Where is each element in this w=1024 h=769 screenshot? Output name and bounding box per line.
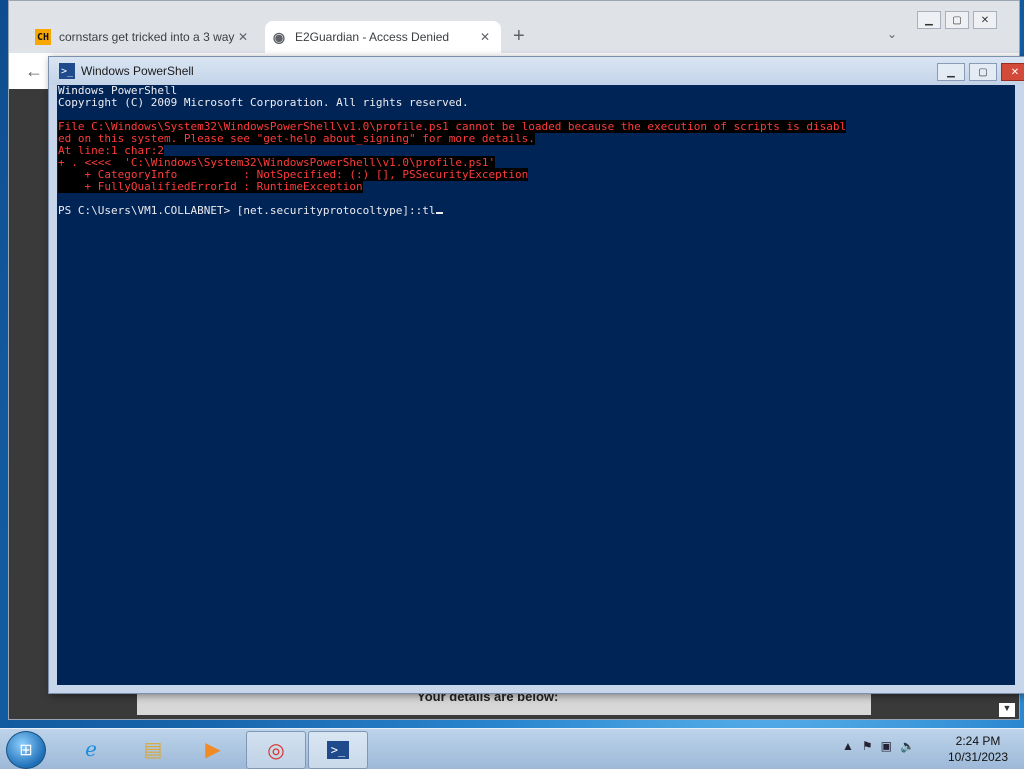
network-icon[interactable]: ▣: [881, 739, 892, 753]
line-text: + FullyQualifiedErrorId : RuntimeExcepti…: [58, 180, 363, 193]
scroll-down-icon[interactable]: ▼: [999, 703, 1015, 717]
tab-cornstars[interactable]: CH cornstars get tricked into a 3 way ✕: [29, 21, 259, 53]
line-text: Copyright (C) 2009 Microsoft Corporation…: [58, 96, 469, 109]
error-line: ed on this system. Please see "get-help …: [58, 132, 1014, 145]
system-tray: ▲ ⚑ ▣ 🔈: [842, 739, 915, 753]
powershell-window-controls: ▁ ▢ ✕: [937, 63, 1024, 81]
maximize-button[interactable]: ▢: [969, 63, 997, 81]
close-button[interactable]: ✕: [973, 11, 997, 29]
show-hidden-icons-icon[interactable]: ▲: [842, 739, 854, 753]
tab-strip: CH cornstars get tricked into a 3 way ✕ …: [9, 1, 1019, 53]
close-icon[interactable]: ✕: [235, 30, 251, 44]
new-tab-button[interactable]: +: [513, 25, 525, 48]
close-icon[interactable]: ✕: [477, 30, 493, 44]
console-output[interactable]: Windows PowerShell Copyright (C) 2009 Mic…: [57, 85, 1015, 685]
text-cursor: [435, 212, 443, 214]
file-explorer-icon[interactable]: ▤: [124, 731, 182, 767]
minimize-button[interactable]: ▁: [917, 11, 941, 29]
start-button[interactable]: ⊞: [6, 731, 46, 769]
powershell-icon: >_: [59, 63, 75, 79]
powershell-titlebar[interactable]: >_ Windows PowerShell ▁ ▢ ✕: [49, 57, 1024, 85]
internet-explorer-icon[interactable]: ℯ: [62, 731, 120, 767]
action-center-icon[interactable]: ⚑: [862, 739, 873, 753]
clock-date: 10/31/2023: [947, 750, 1009, 764]
error-line: + FullyQualifiedErrorId : RuntimeExcepti…: [58, 180, 1014, 193]
media-player-icon[interactable]: ▶: [184, 731, 242, 767]
ch-favicon-icon: CH: [35, 29, 51, 45]
scrollbar[interactable]: [1017, 85, 1024, 685]
back-button[interactable]: ←: [25, 61, 43, 82]
chrome-icon[interactable]: ◎: [246, 731, 306, 769]
clock[interactable]: 2:24 PM 10/31/2023: [938, 733, 1018, 765]
tab-search-button[interactable]: ⌄: [887, 27, 897, 41]
volume-icon[interactable]: 🔈: [900, 739, 915, 753]
tab-e2guardian[interactable]: ◉ E2Guardian - Access Denied ✕: [265, 21, 501, 53]
window-title: Windows PowerShell: [81, 64, 194, 78]
taskbar: ⊞ ℯ ▤ ▶ ◎ >_ ▲ ⚑ ▣ 🔈 2:24 PM 10/31/2023: [0, 728, 1024, 769]
console-line: Copyright (C) 2009 Microsoft Corporation…: [58, 97, 1014, 109]
clock-time: 2:24 PM: [955, 734, 1001, 748]
close-button[interactable]: ✕: [1001, 63, 1024, 81]
powershell-taskbar-icon[interactable]: >_: [308, 731, 368, 769]
line-text: PS C:\Users\VM1.COLLABNET> [net.security…: [58, 204, 436, 217]
prompt-line: PS C:\Users\VM1.COLLABNET> [net.security…: [58, 205, 1014, 217]
minimize-button[interactable]: ▁: [937, 63, 965, 81]
window-controls: ▁ ▢ ✕: [917, 11, 997, 29]
powershell-window[interactable]: >_ Windows PowerShell ▁ ▢ ✕ Windows Powe…: [48, 56, 1024, 694]
tab-title: E2Guardian - Access Denied: [295, 30, 450, 44]
tab-title: cornstars get tricked into a 3 way: [59, 30, 235, 44]
globe-icon: ◉: [272, 28, 286, 45]
maximize-button[interactable]: ▢: [945, 11, 969, 29]
